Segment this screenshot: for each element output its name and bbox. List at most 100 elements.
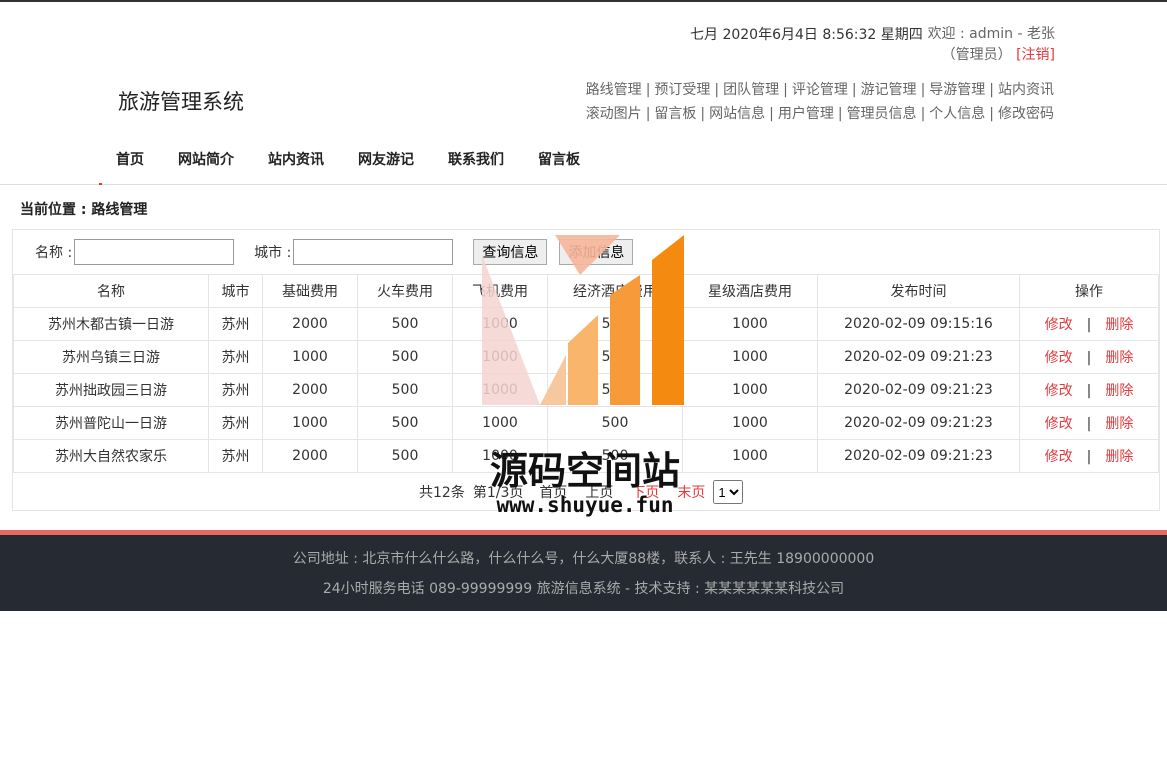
table-cell: 苏州乌镇三日游	[13, 340, 209, 374]
edit-link[interactable]: 修改	[1045, 350, 1073, 366]
admin-link[interactable]: 评论管理	[792, 82, 848, 98]
site-footer: 公司地址 : 北京市什么什么路，什么什么号，什么大厦88楼，联系人 : 王先生 …	[0, 530, 1167, 611]
link-separator: |	[920, 106, 926, 122]
admin-link[interactable]: 修改密码	[998, 106, 1054, 122]
table-row: 苏州大自然农家乐 苏州 2000 500 1000 500 1000 2020-02-09 0…	[13, 439, 1159, 473]
edit-link[interactable]: 修改	[1045, 383, 1073, 399]
link-separator: |	[837, 106, 843, 122]
admin-link[interactable]: 预订受理	[654, 82, 710, 98]
table-cell: 500	[547, 307, 683, 341]
pager-prev[interactable]: 上页	[585, 482, 613, 502]
table-cell: 1000	[682, 406, 818, 440]
table-cell: 1000	[452, 406, 548, 440]
operation-cell: 修改 | 删除	[1019, 439, 1159, 473]
table-cell: 1000	[682, 439, 818, 473]
column-header: 火车费用	[357, 274, 453, 308]
link-separator: |	[989, 82, 994, 98]
link-separator: |	[989, 106, 994, 122]
admin-link[interactable]: 路线管理	[586, 82, 642, 98]
link-separator: |	[645, 106, 651, 122]
table-cell: 1000	[452, 340, 548, 374]
table-row: 苏州乌镇三日游 苏州 1000 500 1000 500 1000 2020-02-09 09…	[13, 340, 1159, 374]
role-line: （管理员） [注销]	[928, 45, 1055, 66]
delete-link[interactable]: 删除	[1105, 317, 1133, 333]
delete-link[interactable]: 删除	[1105, 449, 1133, 465]
admin-link[interactable]: 管理员信息	[847, 106, 917, 122]
column-header: 操作	[1019, 274, 1159, 308]
delete-link[interactable]: 删除	[1105, 416, 1133, 432]
nav-active-indicator	[99, 183, 102, 185]
search-bar: 名称 : 城市 : 查询信息 添加信息	[35, 237, 645, 267]
table-cell: 2000	[262, 439, 358, 473]
link-separator: |	[851, 82, 857, 98]
admin-link[interactable]: 网站信息	[709, 106, 765, 122]
table-row: 苏州拙政园三日游 苏州 2000 500 1000 500 1000 2020-02-09 0…	[13, 373, 1159, 407]
link-separator: |	[920, 82, 926, 98]
link-separator: |	[645, 82, 651, 98]
admin-link[interactable]: 个人信息	[929, 106, 985, 122]
page-select[interactable]: 1	[713, 480, 744, 504]
pager-first[interactable]: 首页	[539, 482, 567, 502]
operation-cell: 修改 | 删除	[1019, 373, 1159, 407]
column-header: 基础费用	[262, 274, 358, 308]
operation-separator: |	[1086, 317, 1092, 333]
admin-link[interactable]: 站内资讯	[998, 82, 1054, 98]
table-cell: 500	[357, 373, 453, 407]
table-cell: 1000	[452, 439, 548, 473]
nav-item[interactable]: 联系我们	[448, 149, 504, 185]
table-cell: 2000	[262, 373, 358, 407]
table-body: 苏州木都古镇一日游 苏州 2000 500 1000 500 1000 2020-02-09 …	[13, 307, 1159, 473]
table-cell: 2020-02-09 09:21:23	[817, 406, 1020, 440]
delete-link[interactable]: 删除	[1105, 383, 1133, 399]
delete-link[interactable]: 删除	[1105, 350, 1133, 366]
table-cell: 1000	[262, 406, 358, 440]
column-header: 飞机费用	[452, 274, 548, 308]
column-header: 城市	[208, 274, 263, 308]
pagination: 共12条 第1/3页 首页 上页 下页 末页 1	[419, 480, 744, 504]
table-cell: 2000	[262, 307, 358, 341]
add-button[interactable]: 添加信息	[559, 239, 634, 265]
pager-last[interactable]: 末页	[677, 482, 705, 502]
footer-contact: 24小时服务电话 089-99999999 旅游信息系统 - 技术支持 : 某某…	[322, 581, 845, 597]
welcome-block: 欢迎 : admin - 老张 （管理员） [注销]	[928, 24, 1055, 66]
table-cell: 1000	[452, 373, 548, 407]
pager-next[interactable]: 下页	[631, 482, 659, 502]
current-datetime: 七月 2020年6月4日 8:56:32 星期四	[690, 27, 923, 43]
admin-link[interactable]: 留言板	[654, 106, 696, 122]
table-cell: 苏州	[208, 340, 263, 374]
table-cell: 500	[547, 439, 683, 473]
table-cell: 2020-02-09 09:21:23	[817, 373, 1020, 407]
table-row: 苏州木都古镇一日游 苏州 2000 500 1000 500 1000 2020-02-09 …	[13, 307, 1159, 341]
table-cell: 1000	[682, 373, 818, 407]
nav-item[interactable]: 首页	[116, 149, 144, 185]
admin-links: 路线管理 | 预订受理 | 团队管理 | 评论管理 | 游记管理 | 导游管理 | 站内资讯 滚动图片 |…	[586, 78, 1054, 126]
name-search-input[interactable]	[74, 239, 235, 265]
nav-item[interactable]: 网友游记	[358, 149, 414, 185]
operation-cell: 修改 | 删除	[1019, 307, 1159, 341]
admin-link[interactable]: 用户管理	[778, 106, 834, 122]
city-label: 城市 :	[254, 245, 292, 261]
route-management-panel: 名称 : 城市 : 查询信息 添加信息 名称 城市 基础费用 火车费用 飞机费用 经济酒店…	[12, 229, 1160, 511]
pager-total: 共12条	[419, 485, 465, 501]
city-search-input[interactable]	[293, 239, 454, 265]
nav-item[interactable]: 站内资讯	[268, 149, 324, 185]
admin-link[interactable]: 游记管理	[861, 82, 917, 98]
footer-address: 公司地址 : 北京市什么什么路，什么什么号，什么大厦88楼，联系人 : 王先生 …	[292, 551, 875, 567]
table-cell: 苏州	[208, 406, 263, 440]
link-separator: |	[700, 106, 706, 122]
table-cell: 500	[357, 307, 453, 341]
logout-link[interactable]: [注销]	[1016, 47, 1055, 63]
edit-link[interactable]: 修改	[1045, 449, 1073, 465]
admin-link[interactable]: 导游管理	[929, 82, 985, 98]
breadcrumb: 当前位置 : 路线管理	[20, 202, 148, 218]
admin-link[interactable]: 滚动图片	[586, 106, 642, 122]
query-button[interactable]: 查询信息	[473, 239, 548, 265]
nav-item[interactable]: 网站简介	[178, 149, 234, 185]
nav-item[interactable]: 留言板	[538, 149, 580, 185]
edit-link[interactable]: 修改	[1045, 416, 1073, 432]
admin-link[interactable]: 团队管理	[723, 82, 779, 98]
site-header: 七月 2020年6月4日 8:56:32 星期四 欢迎 : admin - 老张…	[0, 2, 1167, 185]
edit-link[interactable]: 修改	[1045, 317, 1073, 333]
column-header: 发布时间	[817, 274, 1020, 308]
table-cell: 苏州拙政园三日游	[13, 373, 209, 407]
